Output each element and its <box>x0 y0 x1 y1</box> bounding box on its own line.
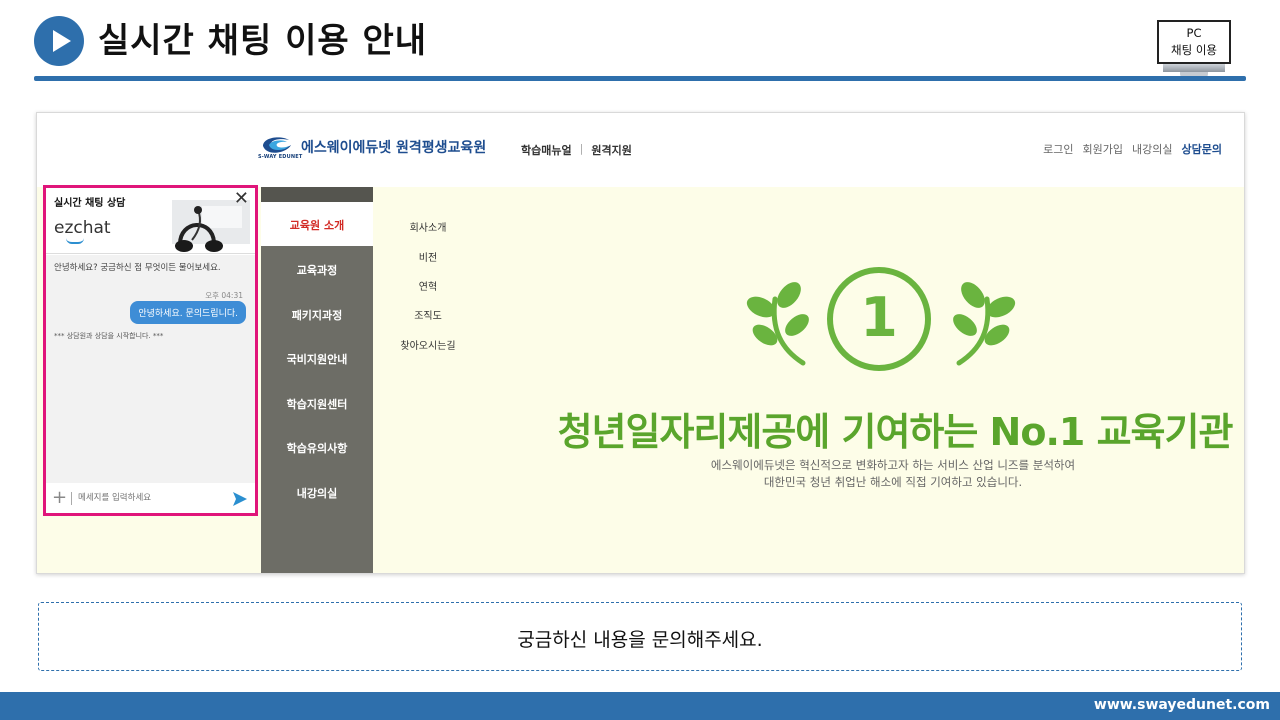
submenu-vision[interactable]: 비전 <box>373 249 483 264</box>
chat-header: 실시간 채팅 상담 ✕ ezchat <box>46 188 255 254</box>
note-text: 궁금하신 내용을 문의해주세요. <box>517 629 763 651</box>
menu-item-national-support[interactable]: 국비지원안내 <box>261 351 373 367</box>
hero-desc-line1: 에스웨이에듀넷은 혁신적으로 변화하고자 하는 서비스 산업 니즈를 분석하여 <box>710 458 1076 472</box>
hero-headline: 청년일자리제공에 기여하는 No.1 교육기관 <box>557 410 1234 454</box>
menu-item-about[interactable]: 교육원 소개 <box>261 217 373 233</box>
input-divider <box>71 492 72 505</box>
logo-subtext: S-WAY EDUNET <box>258 154 303 160</box>
play-icon <box>34 16 84 66</box>
counsel-link[interactable]: 상담문의 <box>1182 141 1222 157</box>
system-message: *** 상담원과 상담을 시작합니다. *** <box>54 332 164 340</box>
laurel-left-icon <box>746 282 809 366</box>
message-timestamp: 오후 04:31 <box>205 291 243 300</box>
utility-nav: 로그인 회원가입 내강의실 상담문의 <box>1043 141 1222 157</box>
chat-messages: 안녕하세요? 궁금하신 점 무엇이든 물어보세요. 오후 04:31 안녕하세요… <box>46 255 255 483</box>
ezchat-smile-icon <box>66 238 84 244</box>
footer-url[interactable]: www.swayedunet.com <box>1094 697 1270 713</box>
my-classroom-link[interactable]: 내강의실 <box>1132 141 1172 157</box>
message-input[interactable] <box>78 490 218 506</box>
pc-monitor-icon: PC 채팅 이용 <box>1157 20 1231 64</box>
send-icon[interactable] <box>232 491 248 507</box>
hero-description: 에스웨이에듀넷은 혁신적으로 변화하고자 하는 서비스 산업 니즈를 분석하여 … <box>627 457 1159 491</box>
close-icon[interactable]: ✕ <box>234 190 249 208</box>
side-menu-top <box>261 187 373 202</box>
menu-item-courses[interactable]: 교육과정 <box>261 262 373 278</box>
global-nav: 학습매뉴얼 | 원격지원 <box>521 142 632 158</box>
monitor-stand <box>1163 64 1225 72</box>
footer-bar: www.swayedunet.com <box>0 692 1280 720</box>
chat-widget: 실시간 채팅 상담 ✕ ezchat 안녕하세요? 궁금하신 점 무엇이든 물어… <box>43 185 258 516</box>
submenu-organization[interactable]: 조직도 <box>373 307 483 322</box>
gnb-separator: | <box>579 142 584 155</box>
plus-icon[interactable]: + <box>52 487 67 508</box>
incoming-message: 안녕하세요? 궁금하신 점 무엇이든 물어보세요. <box>54 263 221 273</box>
submenu-directions[interactable]: 찾아오시는길 <box>373 337 483 352</box>
submenu-history[interactable]: 연혁 <box>373 278 483 293</box>
website-screenshot: S-WAY EDUNET 에스웨이에듀넷 원격평생교육원 학습매뉴얼 | 원격지… <box>36 112 1245 574</box>
signup-link[interactable]: 회원가입 <box>1083 141 1123 157</box>
menu-item-packages[interactable]: 패키지과정 <box>261 307 373 323</box>
hero-desc-line2: 대한민국 청년 취업난 해소에 직접 기여하고 있습니다. <box>763 475 1023 489</box>
menu-item-learning-support[interactable]: 학습지원센터 <box>261 396 373 412</box>
pc-badge-line1: PC <box>1186 26 1202 40</box>
chat-input-bar: + <box>46 484 255 513</box>
ezchat-logo: ezchat <box>54 218 111 238</box>
slide-title: 실시간 채팅 이용 안내 <box>98 21 428 61</box>
laurel-right-icon <box>953 282 1016 366</box>
gnb-manual-link[interactable]: 학습매뉴얼 <box>521 142 572 158</box>
gnb-remote-support-link[interactable]: 원격지원 <box>591 142 631 158</box>
submenu-company[interactable]: 회사소개 <box>373 219 483 234</box>
pc-badge-line2: 채팅 이용 <box>1171 43 1217 57</box>
menu-item-my-classroom[interactable]: 내강의실 <box>261 485 373 501</box>
number-one-badge: 1 <box>827 267 931 371</box>
site-name[interactable]: 에스웨이에듀넷 원격평생교육원 <box>301 137 486 157</box>
outgoing-message: 안녕하세요. 문의드립니다. <box>130 301 246 324</box>
chat-title: 실시간 채팅 상담 <box>54 198 126 209</box>
menu-item-notice[interactable]: 학습유의사항 <box>261 440 373 456</box>
header-divider <box>34 76 1246 81</box>
login-link[interactable]: 로그인 <box>1043 141 1073 157</box>
note-box: 궁금하신 내용을 문의해주세요. <box>38 602 1242 671</box>
